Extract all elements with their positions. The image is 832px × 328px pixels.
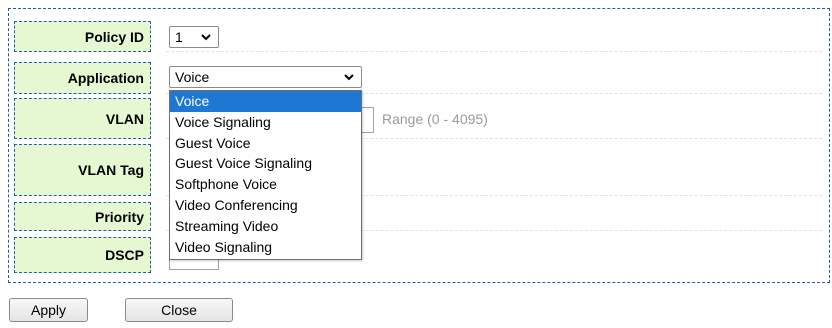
application-value: Voice <box>175 69 210 85</box>
dropdown-option[interactable]: Guest Voice Signaling <box>170 153 361 174</box>
policy-id-value: 1 <box>175 29 183 45</box>
policy-id-row: Policy ID <box>14 21 822 52</box>
dropdown-option[interactable]: Guest Voice <box>170 133 361 154</box>
close-button[interactable]: Close <box>125 298 233 322</box>
policy-id-select[interactable]: 1 <box>169 26 219 48</box>
vlan-range-hint: Range (0 - 4095) <box>382 111 488 127</box>
vlan-input[interactable] <box>360 107 374 133</box>
application-label: Application <box>14 62 151 94</box>
application-dropdown-list[interactable]: Voice Voice Signaling Guest Voice Guest … <box>169 90 362 260</box>
dscp-label: DSCP <box>14 237 151 273</box>
policy-id-label: Policy ID <box>14 21 151 52</box>
vlan-label: VLAN <box>14 98 151 139</box>
dscp-row: DSCP <box>14 237 822 273</box>
apply-button[interactable]: Apply <box>9 298 88 322</box>
priority-row: Priority <box>14 202 822 231</box>
dropdown-option[interactable]: Video Conferencing <box>170 195 361 216</box>
priority-label: Priority <box>14 202 151 231</box>
dropdown-option[interactable]: Voice Signaling <box>170 112 361 133</box>
chevron-down-icon <box>201 34 211 41</box>
chevron-down-icon <box>344 74 354 81</box>
vlan-tag-label: VLAN Tag <box>14 144 151 196</box>
application-row: Application <box>14 62 822 94</box>
vlan-tag-row: VLAN Tag <box>14 144 822 196</box>
dropdown-option[interactable]: Softphone Voice <box>170 174 361 195</box>
dropdown-option[interactable]: Video Signaling <box>170 237 361 258</box>
row-divider <box>166 51 822 52</box>
dropdown-option[interactable]: Voice <box>170 91 361 112</box>
dropdown-option[interactable]: Streaming Video <box>170 216 361 237</box>
application-select[interactable]: Voice <box>169 66 362 88</box>
